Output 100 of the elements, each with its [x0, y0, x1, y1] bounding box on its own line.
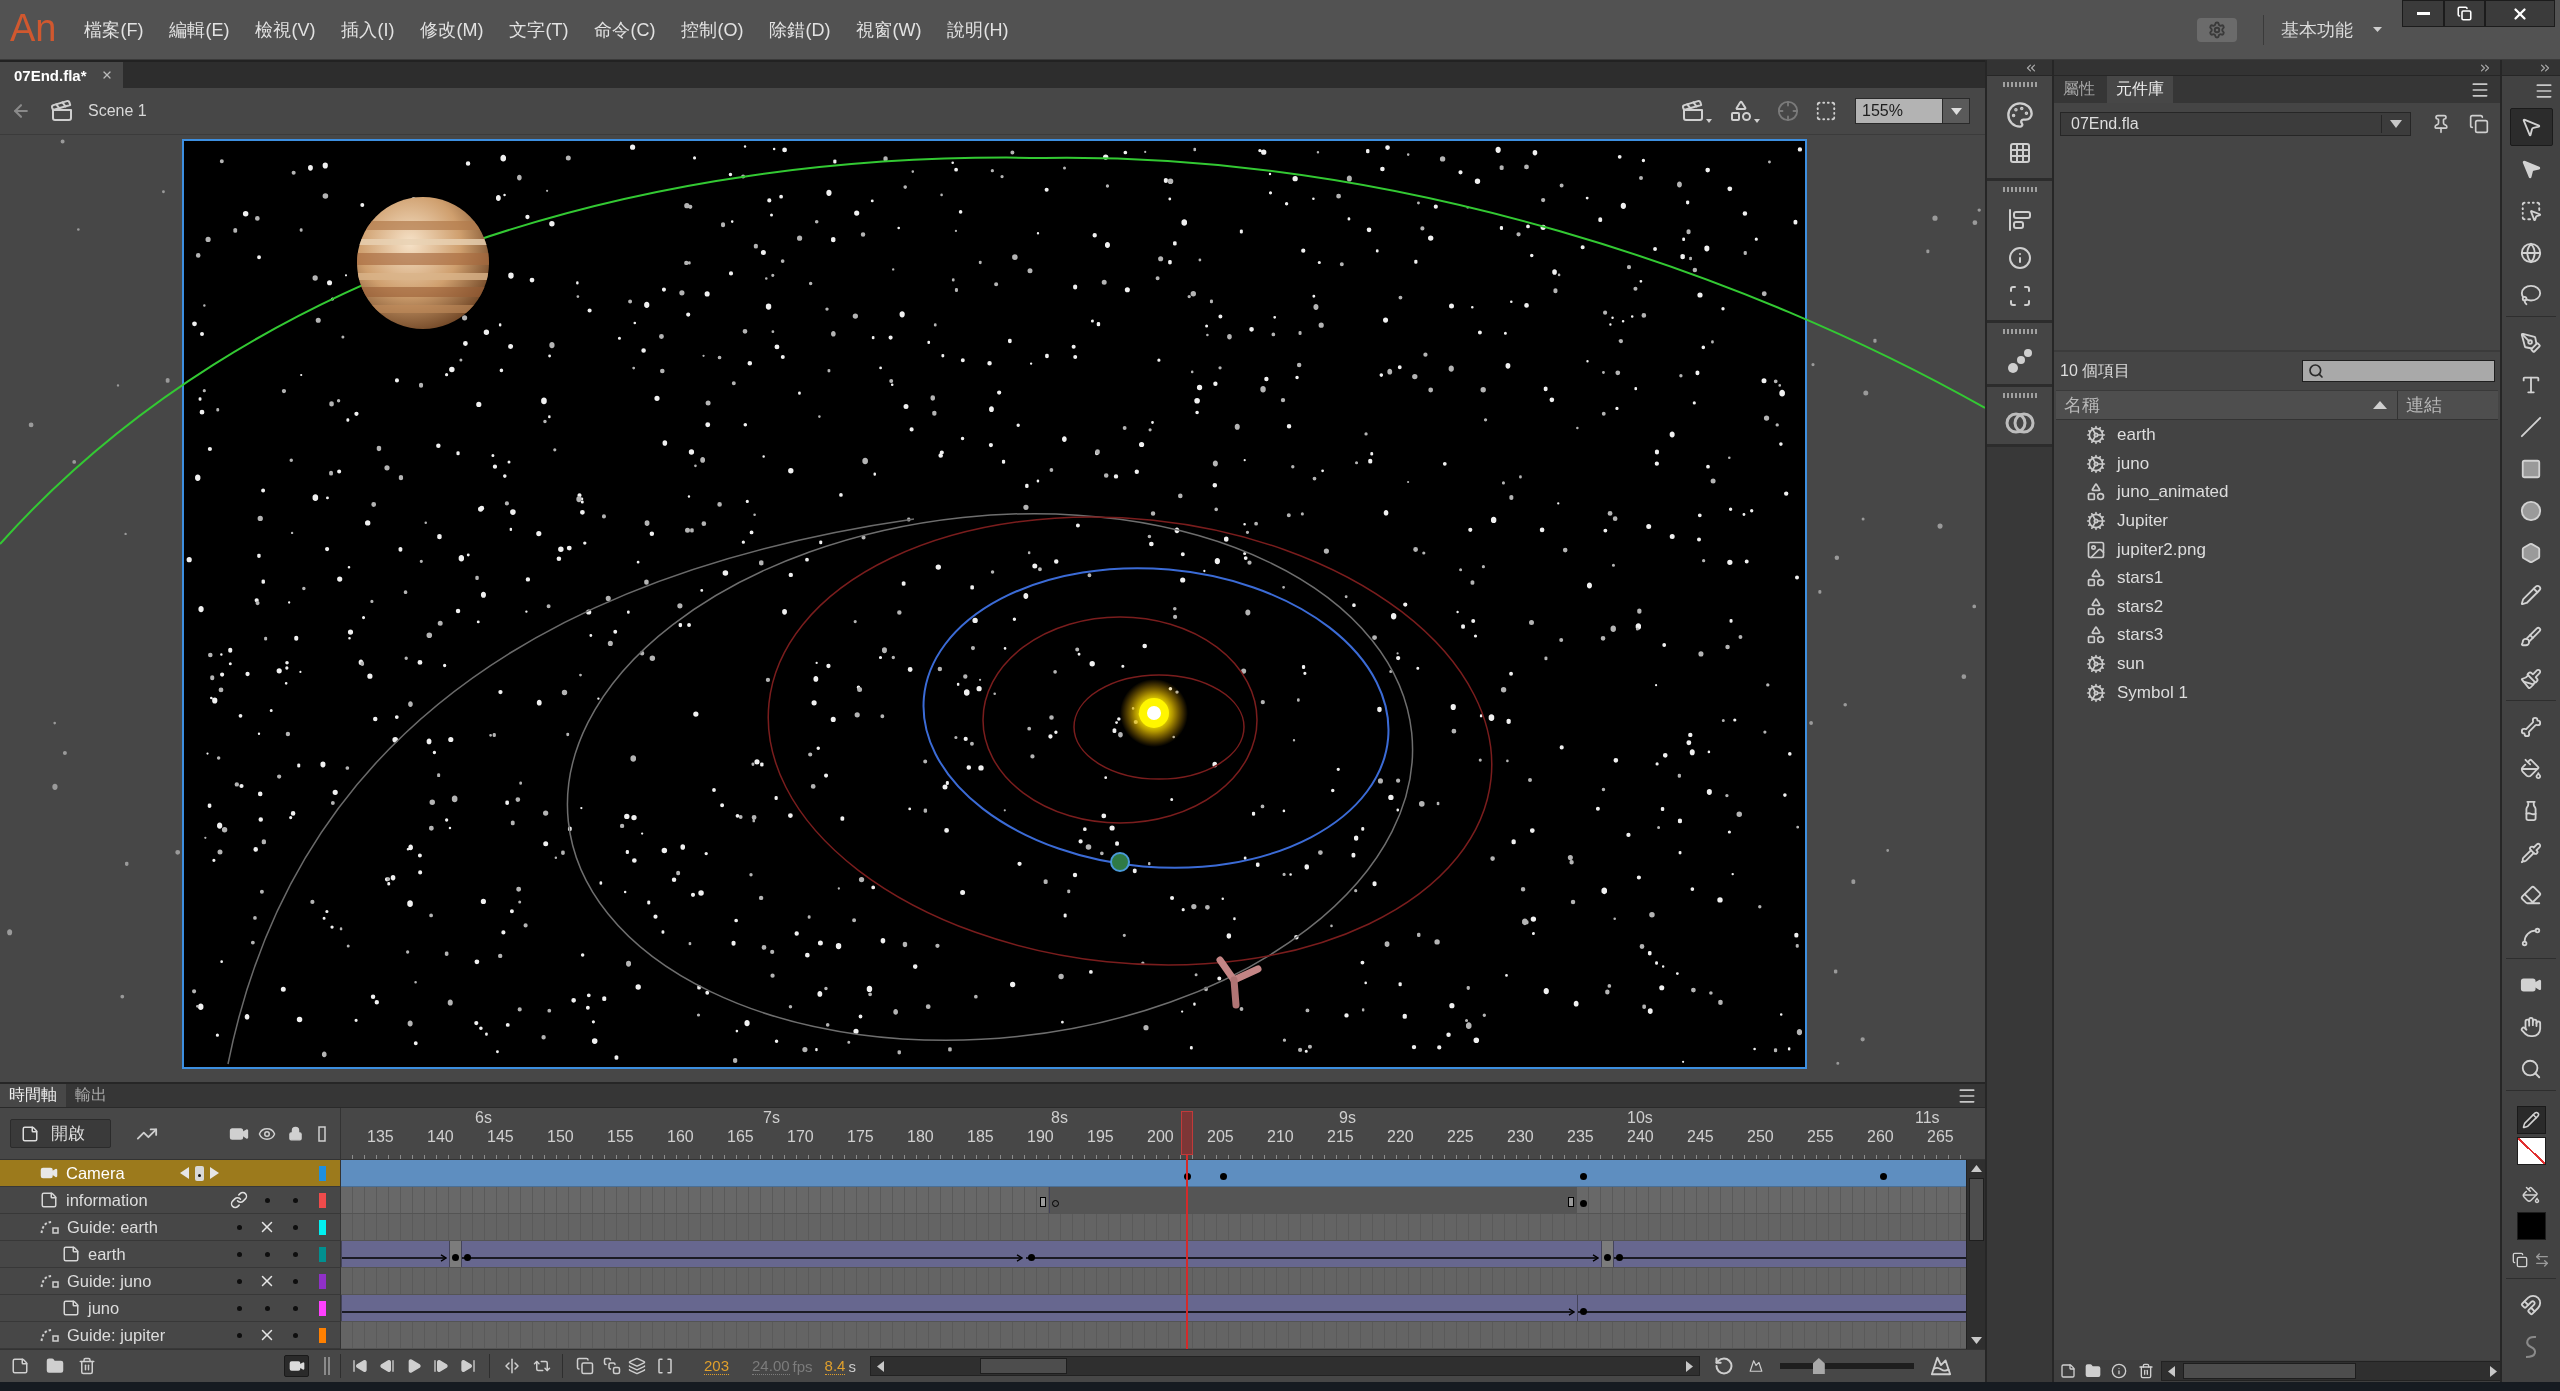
close-button[interactable] [2485, 0, 2555, 27]
dots-icon[interactable] [2006, 348, 2033, 374]
trash-icon[interactable] [2138, 1363, 2154, 1379]
back-arrow-icon[interactable] [11, 101, 31, 121]
panel-tab[interactable]: 屬性 [2054, 76, 2104, 103]
scrollbar[interactable] [1966, 1160, 1985, 1349]
library-item[interactable]: stars3 [2054, 621, 2500, 650]
overlap-squares-icon[interactable] [2469, 114, 2489, 134]
dot-icon[interactable] [293, 1305, 298, 1311]
zoom-field[interactable]: 155% [1855, 98, 1943, 124]
menu-item[interactable]: 修改(M) [407, 11, 497, 48]
dot-icon[interactable] [236, 1278, 242, 1284]
panel-tab[interactable]: 輸出 [66, 1084, 116, 1107]
pin-icon[interactable] [2431, 114, 2451, 134]
scrollbar[interactable] [869, 1356, 1700, 1376]
layer-color-swatch[interactable] [318, 1192, 326, 1208]
library-item[interactable]: stars2 [2054, 592, 2500, 622]
layer-color-swatch[interactable] [318, 1273, 326, 1289]
small-mountain-icon[interactable] [1748, 1359, 1763, 1373]
dot-icon[interactable] [236, 1251, 242, 1257]
step-forward-icon[interactable] [433, 1358, 449, 1374]
layer-color-swatch[interactable] [318, 1165, 326, 1181]
dot-icon[interactable] [293, 1332, 298, 1338]
lock-icon[interactable] [288, 1126, 303, 1141]
dot-icon[interactable] [293, 1278, 298, 1284]
dot-icon[interactable] [293, 1251, 298, 1257]
left-triangle-icon[interactable] [876, 1360, 884, 1372]
open-button[interactable]: 開啟 [10, 1119, 111, 1148]
dot-icon[interactable] [236, 1332, 242, 1338]
grid-icon[interactable] [2007, 141, 2032, 165]
panel-tab[interactable]: 時間軸 [0, 1084, 66, 1107]
info-icon[interactable] [2111, 1363, 2127, 1379]
column-header[interactable]: 名稱 [2056, 391, 2398, 419]
skip-forward-icon[interactable] [460, 1358, 476, 1374]
color-swatch[interactable] [2516, 1137, 2546, 1165]
layer-color-swatch[interactable] [318, 1327, 326, 1343]
grip-handle[interactable] [2002, 329, 2037, 334]
grip-handle[interactable] [2002, 187, 2037, 192]
column-header[interactable]: 連結 [2398, 391, 2498, 419]
library-item[interactable]: sun [2054, 649, 2500, 679]
panel-tab[interactable]: 元件庫 [2107, 76, 2173, 103]
minimize-button[interactable] [2402, 0, 2444, 27]
library-item[interactable]: earth [2054, 421, 2500, 450]
keyframe-toggle-icon[interactable] [195, 1165, 204, 1181]
grip-handle[interactable] [2002, 393, 2037, 398]
slider-thumb[interactable] [1812, 1358, 1825, 1374]
layer-color-swatch[interactable] [318, 1300, 326, 1316]
vertical-split-icon[interactable] [503, 1357, 521, 1375]
library-item[interactable]: juno_animated [2054, 478, 2500, 507]
library-item[interactable]: juno [2054, 449, 2500, 479]
right-triangle-icon[interactable] [2490, 1365, 2497, 1377]
layer-row[interactable]: Guide: juno [0, 1268, 341, 1295]
scrollbar-thumb[interactable] [979, 1358, 1067, 1374]
dot-icon[interactable] [236, 1224, 242, 1230]
library-item[interactable]: jupiter2.png [2054, 535, 2500, 564]
stacked-squares-icon[interactable] [603, 1357, 621, 1375]
layer-row[interactable]: Guide: earth [0, 1214, 341, 1241]
align-icon[interactable] [2007, 208, 2032, 232]
search-field[interactable] [2302, 360, 2495, 382]
workspace-switcher[interactable]: 基本功能 [2281, 17, 2382, 42]
large-mountain-icon[interactable] [1929, 1355, 1952, 1377]
folder-icon[interactable] [2085, 1363, 2101, 1379]
layer-row[interactable]: earth [0, 1241, 341, 1268]
document-tab[interactable]: 07End.fla* [0, 62, 123, 88]
info-icon[interactable] [2007, 246, 2032, 270]
dashed-square-icon[interactable] [1815, 100, 1837, 122]
overlap-squares-icon[interactable] [2512, 1252, 2528, 1268]
menu-item[interactable]: 檔案(F) [71, 11, 157, 48]
skip-back-icon[interactable] [352, 1358, 368, 1374]
layers-icon[interactable] [628, 1357, 646, 1375]
restore-button[interactable] [2444, 0, 2485, 27]
folder-icon[interactable] [46, 1357, 64, 1375]
menu-item[interactable]: 視窗(W) [843, 11, 935, 48]
menu-item[interactable]: 控制(O) [668, 11, 757, 48]
outline-rect-icon[interactable] [318, 1125, 326, 1142]
camera-toggle-button[interactable] [284, 1355, 309, 1377]
current-frame-value[interactable]: 203 [704, 1357, 730, 1375]
dot-icon[interactable] [264, 1305, 270, 1311]
color-swatch[interactable] [2516, 1212, 2546, 1240]
zoom-dropdown-button[interactable] [1943, 98, 1970, 124]
dot-icon[interactable] [293, 1197, 298, 1203]
menu-item[interactable]: 編輯(E) [156, 11, 243, 48]
edit-symbols-button[interactable] [1729, 99, 1760, 123]
link-icon[interactable] [230, 1191, 248, 1209]
dot-icon[interactable] [293, 1224, 298, 1230]
scan-frame-icon[interactable] [2007, 284, 2032, 308]
layer-color-swatch[interactable] [318, 1219, 326, 1235]
overlap-squares-icon[interactable] [576, 1357, 594, 1375]
elapsed-time-value[interactable]: 8.4 [824, 1357, 846, 1375]
layer-row[interactable]: Guide: jupiter [0, 1322, 341, 1349]
edit-scene-button[interactable] [1681, 99, 1712, 123]
rings-icon[interactable] [2004, 412, 2035, 434]
menu-item[interactable]: 說明(H) [934, 11, 1022, 48]
tool-button[interactable] [2509, 108, 2553, 146]
library-dropdown[interactable]: 07End.fla [2060, 112, 2411, 136]
dot-icon[interactable] [264, 1197, 270, 1203]
up-triangle-icon[interactable] [1970, 1165, 1982, 1172]
step-back-icon[interactable] [379, 1358, 395, 1374]
scene-name[interactable]: Scene 1 [88, 102, 147, 120]
menu-item[interactable]: 命令(C) [581, 11, 669, 48]
